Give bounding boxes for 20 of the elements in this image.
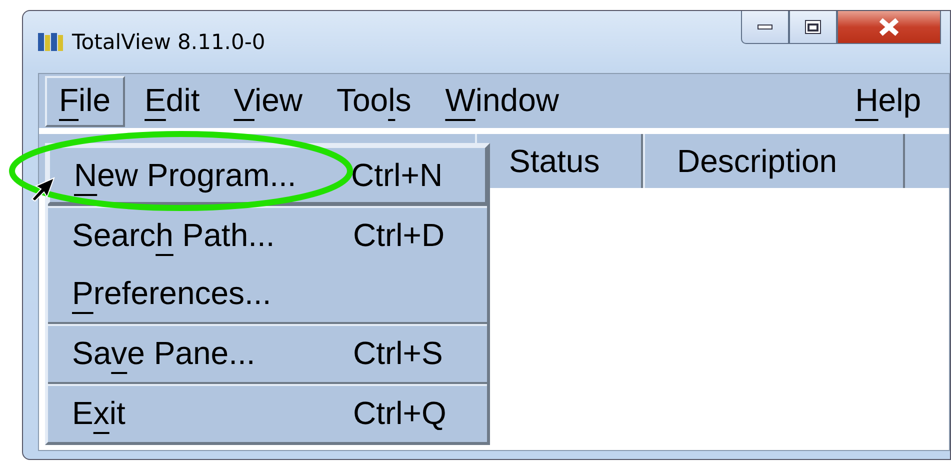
- menu[interactable]: Help: [841, 76, 935, 126]
- menu[interactable]: Edit: [130, 76, 214, 126]
- maximize-icon: [804, 19, 822, 35]
- menu[interactable]: View: [220, 76, 316, 126]
- menu-item[interactable]: Preferences...: [48, 264, 487, 322]
- menu[interactable]: Window: [431, 76, 573, 126]
- app-icon: [38, 31, 64, 53]
- menu-item[interactable]: Search Path... Ctrl+D: [48, 206, 487, 264]
- close-icon: [878, 18, 900, 36]
- menu-item[interactable]: Save Pane... Ctrl+S: [48, 324, 487, 382]
- menu[interactable]: Tools: [322, 76, 426, 126]
- maximize-button[interactable]: [789, 11, 837, 44]
- minimize-icon: [757, 24, 773, 30]
- close-button[interactable]: [837, 11, 941, 44]
- menu-item[interactable]: Exit Ctrl+Q: [48, 384, 487, 442]
- column-header[interactable]: Description: [643, 134, 905, 188]
- minimize-button[interactable]: [741, 11, 789, 44]
- menu-item[interactable]: New Program... Ctrl+N: [48, 146, 487, 204]
- window-title: TotalView 8.11.0-0: [72, 30, 266, 54]
- menu[interactable]: File: [45, 76, 125, 126]
